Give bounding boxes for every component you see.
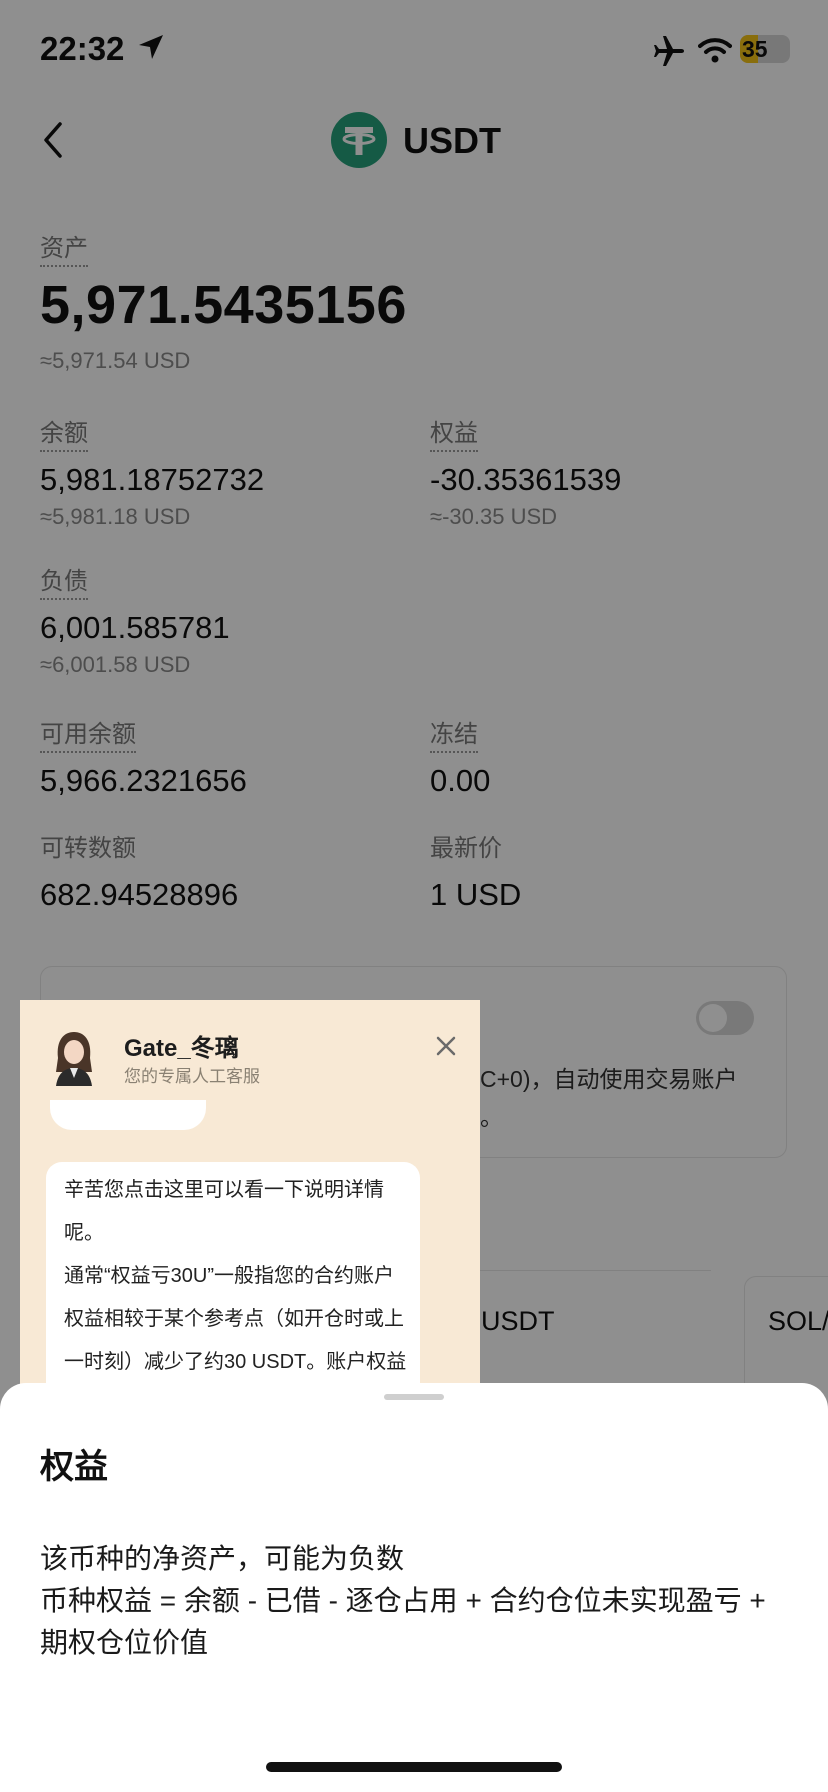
home-indicator[interactable] [266, 1762, 562, 1772]
agent-avatar [56, 1032, 92, 1086]
sheet-grabber[interactable] [384, 1394, 444, 1400]
chat-message-line: 通常“权益亏30U”一般指您的合约账户 [64, 1265, 395, 1287]
chat-message-line: 权益相较于某个参考点（如开仓时或上 [64, 1308, 404, 1330]
chat-message-line: 辛苦您点击这里可以看一下说明详情 [64, 1179, 384, 1201]
support-chat-panel: Gate_冬璃 您的专属人工客服 辛苦您点击这里可以看一下说明详情 呢。 通常“… [20, 1000, 480, 1385]
agent-subtitle: 您的专属人工客服 [124, 1067, 260, 1086]
agent-name: Gate_冬璃 [124, 1035, 239, 1062]
sheet-title: 权益 [40, 1448, 108, 1486]
sheet-description-line: 币种权益 = 余额 - 已借 - 逐仓占用 + 合约仓位未实现盈亏 + [40, 1585, 766, 1616]
sheet-description-line: 该币种的净资产，可能为负数 [40, 1543, 405, 1574]
equity-info-sheet: 权益 该币种的净资产，可能为负数 币种权益 = 余额 - 已借 - 逐仓占用 +… [0, 1383, 828, 1792]
chat-message-bubble[interactable]: 辛苦您点击这里可以看一下说明详情 呢。 通常“权益亏30U”一般指您的合约账户 … [46, 1162, 420, 1385]
close-icon[interactable] [434, 1034, 458, 1058]
chat-message-line: 呢。 [64, 1222, 104, 1244]
chat-tab-pill [50, 1100, 206, 1130]
chat-message-line: 一时刻）减少了约30 USDT。账户权益 [64, 1351, 407, 1373]
sheet-description-line: 期权仓位价值 [40, 1627, 209, 1658]
